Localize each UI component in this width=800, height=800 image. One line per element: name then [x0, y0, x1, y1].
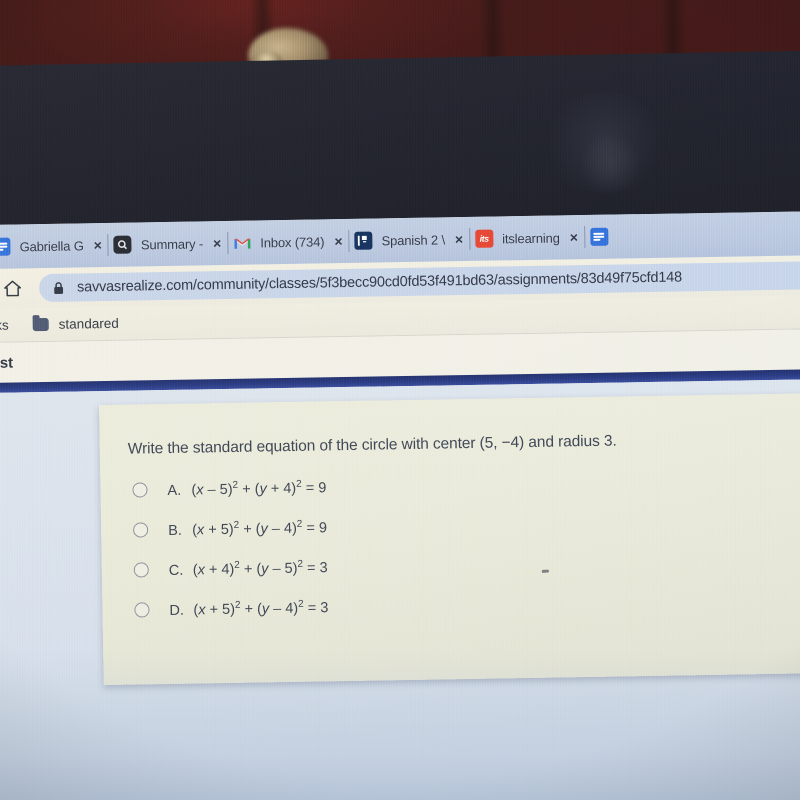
choice-equation: (x + 5)2 + (y – 4)2 = 3 — [193, 598, 329, 619]
screenshot-root: × Gabriella G × Summary - × — [0, 0, 800, 800]
folder-icon — [32, 317, 49, 332]
pearson-icon — [354, 231, 373, 250]
dark-app-icon — [113, 235, 133, 254]
home-icon[interactable] — [0, 271, 29, 306]
tab-close-icon[interactable]: × — [213, 235, 221, 251]
browser-tab-gabriella[interactable]: Gabriella G × — [0, 223, 108, 269]
tab-close-icon[interactable]: × — [455, 231, 463, 247]
tab-title: Inbox (734) — [260, 233, 325, 250]
choice-letter: D. — [169, 602, 185, 619]
screen-smudge — [541, 569, 549, 573]
address-bar[interactable]: savvasrealize.com/community/classes/5f3b… — [38, 260, 800, 303]
browser-tab-itslearning[interactable]: its itslearning × — [469, 215, 585, 261]
assessment-title: les Test — [0, 354, 14, 372]
radio-button-b[interactable] — [133, 522, 149, 538]
tab-close-icon[interactable]: × — [334, 233, 342, 249]
answer-choice-c[interactable]: C. (x + 4)2 + (y – 5)2 = 3 — [133, 549, 800, 579]
choice-letter: B. — [168, 522, 182, 539]
question-prompt: Write the standard equation of the circl… — [127, 432, 617, 458]
answer-choice-d[interactable]: D. (x + 5)2 + (y – 4)2 = 3 — [134, 589, 800, 619]
choice-letter: C. — [168, 562, 184, 579]
bookmarks-bar-label: okmarks — [0, 317, 9, 334]
tab-title: Gabriella G — [19, 237, 84, 254]
gmail-icon — [233, 234, 251, 252]
radio-button-a[interactable] — [132, 482, 148, 498]
docs-icon — [589, 227, 609, 246]
tab-title: Summary - — [140, 235, 204, 252]
answer-choice-b[interactable]: B. (x + 5)2 + (y – 4)2 = 9 — [133, 509, 800, 539]
choice-equation: (x – 5)2 + (y + 4)2 = 9 — [191, 478, 327, 499]
tab-title: itslearning — [502, 229, 560, 246]
radio-button-d[interactable] — [134, 602, 150, 618]
browser-tab-overflow[interactable] — [584, 214, 624, 259]
choice-equation: (x + 4)2 + (y – 5)2 = 3 — [192, 558, 328, 579]
address-bar-url: savvasrealize.com/community/classes/5f3b… — [76, 269, 683, 296]
answer-choice-list: A. (x – 5)2 + (y + 4)2 = 9 B. (x + 5)2 +… — [100, 469, 800, 620]
choice-letter: A. — [167, 482, 182, 499]
choice-equation: (x + 5)2 + (y – 4)2 = 9 — [192, 518, 328, 539]
browser-tab-inbox[interactable]: Inbox (734) × — [227, 219, 349, 265]
bookmark-label: standared — [58, 315, 119, 332]
browser-tab-spanish[interactable]: Spanish 2 \ × — [348, 217, 469, 263]
docs-icon — [0, 237, 11, 256]
bookmark-folder-standared[interactable]: standared — [32, 315, 119, 332]
lock-icon — [53, 281, 65, 294]
browser-tab-summary[interactable]: Summary - × — [108, 221, 228, 267]
tab-close-icon[interactable]: × — [570, 229, 578, 245]
its-icon: its — [475, 229, 494, 248]
answer-choice-a[interactable]: A. (x – 5)2 + (y + 4)2 = 9 — [132, 469, 800, 499]
browser-window: × Gabriella G × Summary - × — [0, 210, 800, 800]
tab-title: Spanish 2 \ — [381, 231, 446, 248]
page-content: Write the standard equation of the circl… — [0, 378, 800, 800]
tab-close-icon[interactable]: × — [94, 237, 102, 253]
question-card: Write the standard equation of the circl… — [99, 393, 800, 686]
radio-button-c[interactable] — [133, 562, 149, 578]
